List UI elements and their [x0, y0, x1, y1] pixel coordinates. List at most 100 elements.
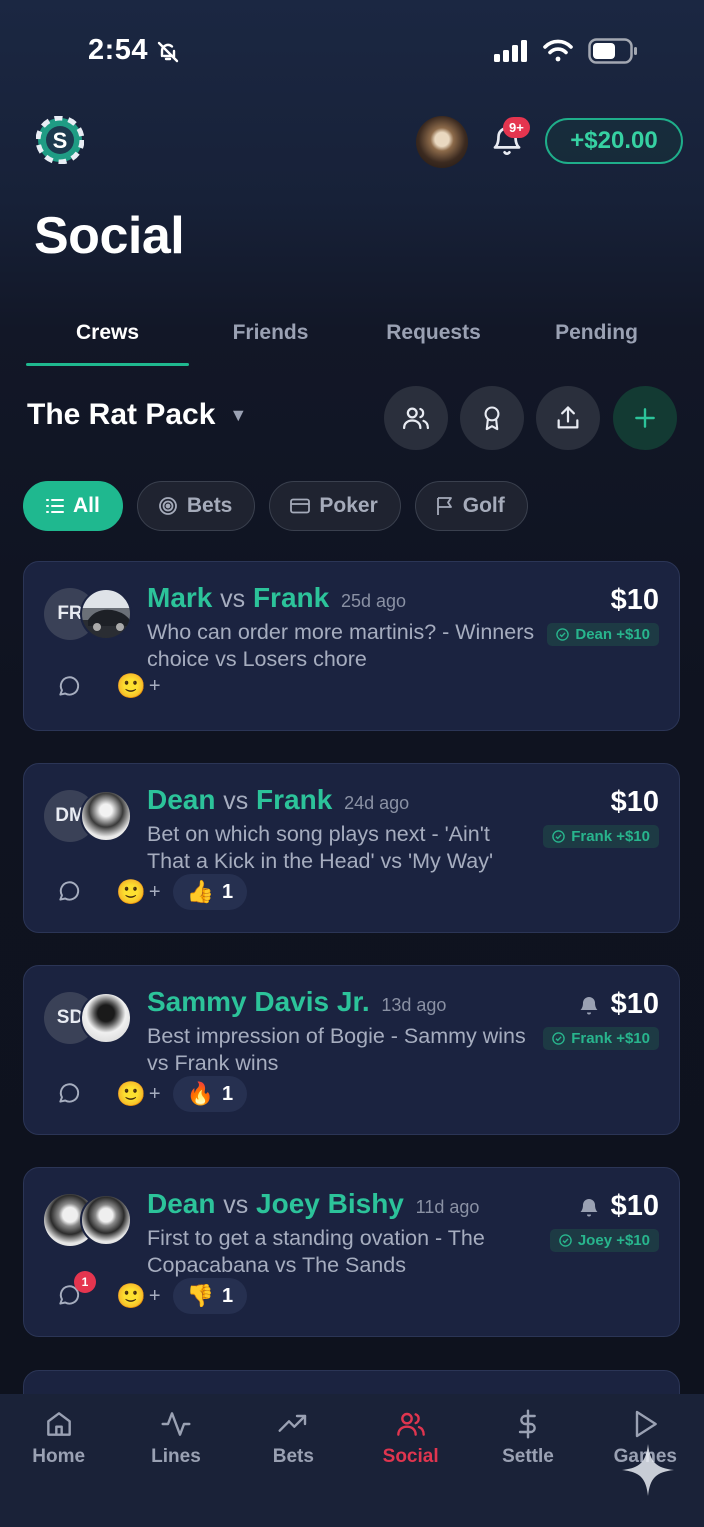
pulse-icon [161, 1412, 191, 1436]
profile-avatar[interactable] [416, 116, 468, 168]
bet-card[interactable]: Dean vs Joey Bishy 11d ago First to get … [23, 1167, 680, 1337]
comment-icon[interactable] [56, 674, 82, 700]
participant-1: Dean [147, 784, 216, 815]
status-indicators [494, 38, 638, 64]
card-title: Dean vs Joey Bishy 11d ago [147, 1188, 479, 1220]
bet-description: Bet on which song plays next - 'Ain't Th… [147, 822, 494, 873]
thumbs-up-icon: 👍 [186, 879, 214, 904]
participant-avatars [44, 1194, 136, 1248]
comment-icon[interactable] [56, 879, 82, 905]
winner-label: Frank +$10 [571, 1030, 650, 1047]
signal-icon [494, 40, 527, 62]
vs-label: vs [223, 787, 249, 815]
nav-settle-label: Settle [502, 1446, 554, 1467]
timestamp: 11d ago [415, 1197, 480, 1217]
check-circle-icon [556, 628, 570, 641]
sparkle-icon [620, 1442, 676, 1498]
nav-bets[interactable]: Bets [235, 1394, 352, 1527]
crew-awards-button[interactable] [460, 386, 524, 450]
crew-selector[interactable]: The Rat Pack ▼ [27, 398, 247, 432]
bet-card[interactable]: FR Mark vs Frank 25d ago Who can order m… [23, 561, 680, 731]
vs-label: vs [220, 585, 246, 613]
app-logo-icon[interactable]: S [35, 115, 85, 165]
bet-card[interactable]: DM Dean vs Frank 24d ago Bet on which so… [23, 763, 680, 933]
trend-icon [278, 1414, 307, 1432]
add-reaction-button[interactable]: 🙂 + [116, 1080, 161, 1109]
tab-pending[interactable]: Pending [515, 312, 678, 366]
winner-badge: Frank +$10 [543, 1027, 659, 1050]
add-reaction-button[interactable]: 🙂 + [116, 878, 161, 907]
winner-label: Frank +$10 [571, 828, 650, 845]
tab-crews[interactable]: Crews [26, 312, 189, 366]
social-tabs: Crews Friends Requests Pending [26, 312, 678, 366]
reaction-chip[interactable]: 👎 1 [172, 1278, 248, 1314]
filter-bets-label: Bets [186, 494, 233, 517]
flag-icon [436, 497, 452, 515]
nav-lines[interactable]: Lines [117, 1394, 234, 1527]
card-title: Dean vs Frank 24d ago [147, 784, 409, 816]
notification-badge: 9+ [503, 117, 530, 138]
tab-requests[interactable]: Requests [352, 312, 515, 366]
card-actions: 🙂 + 👍 1 [56, 874, 248, 910]
add-reaction-button[interactable]: 🙂 + [116, 672, 161, 701]
filter-poker[interactable]: Poker [269, 481, 401, 531]
add-reaction-button[interactable]: 🙂 + [116, 1282, 161, 1311]
winner-label: Dean +$10 [575, 626, 650, 643]
participant-2: Joey Bishy [256, 1188, 404, 1219]
filter-all[interactable]: All [23, 481, 123, 531]
bell-icon [580, 996, 598, 1014]
crew-name: The Rat Pack [27, 398, 216, 431]
balance-button[interactable]: +$20.00 [545, 118, 683, 164]
bet-description: Who can order more martinis? - Winners c… [147, 620, 535, 671]
participant-1: Dean [147, 1188, 216, 1219]
comment-icon[interactable]: 1 [56, 1271, 96, 1309]
nav-home[interactable]: Home [0, 1394, 117, 1527]
filter-chips: All Bets Poker Golf [23, 481, 528, 531]
share-crew-button[interactable] [536, 386, 600, 450]
thumbs-down-icon: 👎 [186, 1283, 214, 1308]
filter-all-label: All [73, 494, 100, 517]
check-circle-icon [552, 830, 565, 843]
filter-poker-label: Poker [319, 494, 378, 517]
dollar-icon [518, 1409, 536, 1439]
avatar-photo [80, 790, 132, 842]
reaction-chip[interactable]: 👍 1 [172, 874, 248, 910]
bet-card[interactable]: SD Sammy Davis Jr. 13d ago Best impressi… [23, 965, 680, 1135]
avatar-photo [80, 992, 132, 1044]
bet-description: First to get a standing ovation - The Co… [147, 1226, 485, 1277]
nav-lines-label: Lines [151, 1446, 201, 1467]
card-title: Mark vs Frank 25d ago [147, 582, 406, 614]
winner-label: Joey +$10 [577, 1232, 650, 1249]
comment-icon[interactable] [56, 1081, 82, 1107]
check-circle-icon [559, 1234, 572, 1247]
award-icon [484, 406, 500, 431]
play-icon [636, 1410, 658, 1438]
nav-social[interactable]: Social [352, 1394, 469, 1527]
filter-golf-label: Golf [462, 494, 505, 517]
winner-badge: Joey +$10 [549, 1229, 659, 1252]
share-icon [557, 406, 579, 429]
card-actions: 🙂 + [56, 672, 161, 701]
bet-amount: $10 [577, 1190, 659, 1223]
users-icon [403, 407, 429, 430]
filter-bets[interactable]: Bets [136, 481, 256, 531]
bet-description: Best impression of Bogie - Sammy wins vs… [147, 1024, 526, 1075]
caret-down-icon: ▼ [229, 404, 248, 425]
amount-value: $10 [610, 584, 659, 616]
plus-icon [635, 408, 655, 428]
users-icon [396, 1412, 425, 1436]
nav-settle[interactable]: Settle [469, 1394, 586, 1527]
nav-home-label: Home [32, 1446, 86, 1467]
reaction-chip[interactable]: 🔥 1 [172, 1076, 248, 1112]
participant-1: Mark [147, 582, 213, 613]
participant-avatars: FR [44, 588, 136, 642]
tab-friends[interactable]: Friends [189, 312, 352, 366]
wifi-icon [543, 39, 573, 62]
smiley-icon: 🙂 [116, 1282, 146, 1310]
participant-2: Frank [252, 582, 330, 613]
add-bet-button[interactable] [613, 386, 677, 450]
timestamp: 25d ago [340, 591, 407, 611]
filter-golf[interactable]: Golf [414, 481, 528, 531]
bet-amount: $10 [611, 584, 659, 617]
crew-members-button[interactable] [384, 386, 448, 450]
